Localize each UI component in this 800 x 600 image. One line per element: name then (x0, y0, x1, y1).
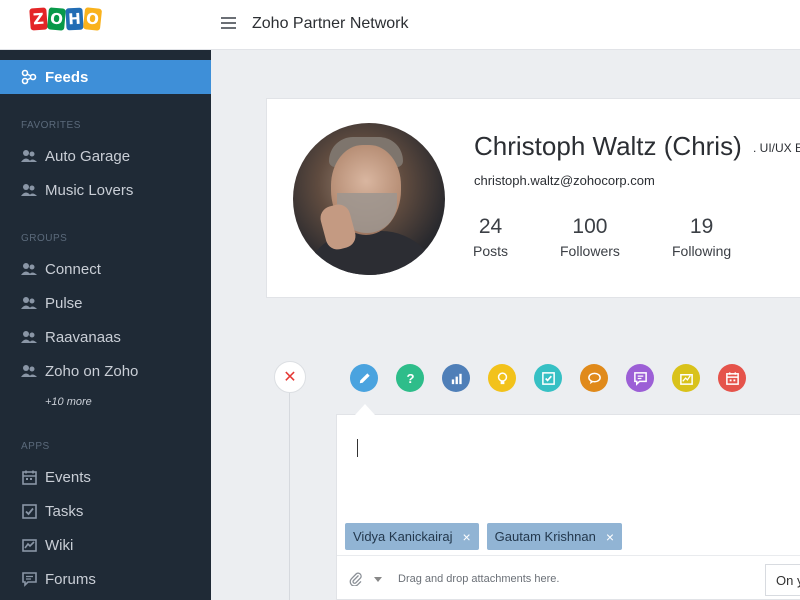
sidebar-item-feeds[interactable]: Feeds (0, 60, 211, 94)
text-cursor (357, 439, 358, 457)
sidebar-item-music-lovers[interactable]: Music Lovers (0, 173, 211, 207)
logo-letter-o2: O (82, 7, 103, 31)
message-icon[interactable] (626, 364, 654, 392)
sidebar-item-zoho-on-zoho[interactable]: Zoho on Zoho (0, 354, 211, 388)
calendar-icon (21, 469, 37, 485)
sidebar-item-label: Tasks (45, 502, 84, 520)
sidebar-item-label: Auto Garage (45, 147, 131, 165)
profile-role: . UI/UX E (753, 141, 800, 155)
sidebar-item-label: Connect (45, 260, 101, 278)
sidebar-item-label: Wiki (45, 536, 74, 554)
attachment-dropzone[interactable]: Drag and drop attachments here. (398, 573, 559, 585)
feeds-icon (21, 69, 37, 85)
paperclip-icon[interactable] (349, 572, 363, 587)
wiki-icon (21, 537, 37, 553)
logo-letter-o: O (47, 7, 66, 31)
app-title: Zoho Partner Network (252, 15, 409, 32)
remove-tag-icon[interactable]: × (606, 529, 614, 545)
svg-text:?: ? (406, 371, 414, 386)
favorites-heading: FAVORITES (21, 120, 81, 131)
sidebar-item-forums[interactable]: Forums (0, 562, 211, 596)
sidebar-item-auto-garage[interactable]: Auto Garage (0, 139, 211, 173)
stat-value: 19 (689, 215, 714, 238)
profile-name: Christoph Waltz (Chris) (474, 131, 742, 161)
question-icon[interactable]: ? (396, 364, 424, 392)
tag-list: Vidya Kanickairaj × Gautam Krishnan × (345, 523, 623, 550)
pencil-icon[interactable] (350, 364, 378, 392)
sidebar-item-raavanaas[interactable]: Raavanaas (0, 320, 211, 354)
group-icon (21, 261, 37, 277)
group-icon (21, 148, 37, 164)
sidebar-item-connect[interactable]: Connect (0, 252, 211, 286)
stat-label: Posts (473, 243, 509, 259)
group-icon (21, 295, 37, 311)
announcement-icon[interactable] (672, 364, 700, 392)
composer-pointer (355, 404, 375, 415)
top-bar: ZOHO Zoho Partner Network (0, 0, 800, 50)
sidebar-item-label: Events (45, 468, 91, 486)
sidebar-item-pulse[interactable]: Pulse (0, 286, 211, 320)
forum-icon (21, 571, 37, 587)
checklist-icon[interactable] (534, 364, 562, 392)
tag-label: Vidya Kanickairaj (353, 529, 453, 544)
event-icon[interactable] (718, 364, 746, 392)
more-groups-link[interactable]: +10 more (45, 396, 92, 408)
checkbox-icon (21, 503, 37, 519)
post-composer: Vidya Kanickairaj × Gautam Krishnan × Dr… (336, 414, 800, 600)
sidebar-item-label: Feeds (45, 68, 89, 86)
stat-posts[interactable]: 24 Posts (473, 215, 508, 259)
stat-value: 100 (572, 215, 608, 238)
sidebar-item-wiki[interactable]: Wiki (0, 528, 211, 562)
avatar[interactable] (293, 123, 445, 275)
sidebar-item-label: Raavanaas (45, 328, 121, 346)
timeline-line (289, 393, 290, 600)
user-tag: Vidya Kanickairaj × (345, 523, 479, 550)
hamburger-menu-icon[interactable] (221, 17, 236, 30)
sidebar-item-label: Forums (45, 570, 96, 588)
attachment-bar: Drag and drop attachments here. On y (337, 555, 800, 600)
stat-followers[interactable]: 100 Followers (560, 215, 620, 259)
user-tag: Gautam Krishnan × (486, 523, 623, 550)
logo-letter-z: Z (29, 7, 48, 31)
group-icon (21, 182, 37, 198)
sidebar: Feeds FAVORITES Auto Garage Music Lovers… (0, 50, 211, 600)
profile-card: Christoph Waltz (Chris) . UI/UX E christ… (266, 98, 800, 298)
stat-value: 24 (478, 215, 503, 238)
bar-chart-icon[interactable] (442, 364, 470, 392)
visibility-select[interactable]: On y (765, 564, 800, 596)
sidebar-item-label: Music Lovers (45, 181, 134, 199)
group-icon (21, 363, 37, 379)
logo-letter-h: H (65, 7, 84, 31)
stat-following[interactable]: 19 Following (672, 215, 731, 259)
groups-heading: GROUPS (21, 233, 68, 244)
profile-email[interactable]: christoph.waltz@zohocorp.com (474, 173, 655, 188)
sidebar-item-label: Pulse (45, 294, 83, 312)
close-icon[interactable]: ✕ (274, 361, 306, 393)
remove-tag-icon[interactable]: × (462, 529, 470, 545)
chevron-down-icon[interactable] (374, 577, 382, 582)
sidebar-item-label: Zoho on Zoho (45, 362, 139, 380)
lightbulb-icon[interactable] (488, 364, 516, 392)
post-editor[interactable] (337, 415, 800, 517)
zoho-logo[interactable]: ZOHO (29, 7, 103, 34)
sidebar-item-tasks[interactable]: Tasks (0, 494, 211, 528)
tag-label: Gautam Krishnan (494, 529, 596, 544)
discussion-icon[interactable] (580, 364, 608, 392)
stat-label: Following (672, 243, 732, 259)
apps-heading: APPS (21, 441, 50, 452)
sidebar-item-events[interactable]: Events (0, 460, 211, 494)
group-icon (21, 329, 37, 345)
stat-label: Followers (560, 243, 620, 259)
